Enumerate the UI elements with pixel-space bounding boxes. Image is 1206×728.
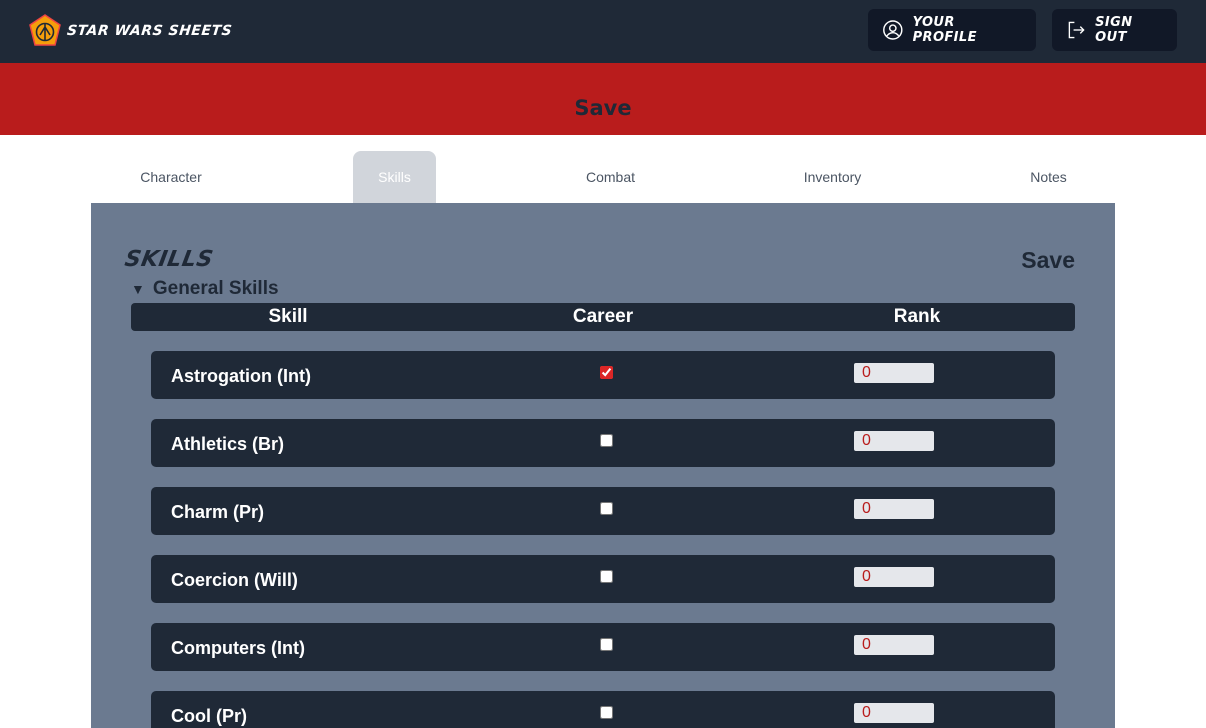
skill-row: Charm (Pr) bbox=[151, 487, 1055, 535]
skill-row: Computers (Int) bbox=[151, 623, 1055, 671]
skill-row: Coercion (Will) bbox=[151, 555, 1055, 603]
career-checkbox[interactable] bbox=[600, 638, 613, 651]
brand-title: Star Wars Sheets bbox=[66, 23, 233, 39]
skill-name: Athletics (Br) bbox=[171, 434, 285, 454]
tab-character[interactable]: Character bbox=[118, 151, 224, 203]
skill-row: Athletics (Br) bbox=[151, 419, 1055, 467]
expand-triangle-icon: ▼ bbox=[131, 281, 145, 297]
sign-out-button[interactable]: Sign Out bbox=[1052, 9, 1177, 51]
career-checkbox[interactable] bbox=[600, 706, 613, 719]
skills-save-button[interactable]: Save bbox=[1021, 247, 1075, 274]
sign-out-icon bbox=[1068, 21, 1085, 39]
user-circle-icon bbox=[883, 20, 903, 40]
skill-name: Computers (Int) bbox=[171, 638, 305, 658]
rank-input[interactable] bbox=[854, 499, 934, 519]
brand[interactable]: Star Wars Sheets bbox=[28, 14, 233, 48]
save-banner-label: Save bbox=[574, 96, 632, 120]
tab-skills[interactable]: Skills bbox=[353, 151, 436, 203]
sheet-tabs: Character Skills Combat Inventory Notes bbox=[0, 151, 1206, 203]
skill-name: Cool (Pr) bbox=[171, 706, 247, 726]
general-skills-toggle[interactable]: ▼ General Skills bbox=[131, 278, 279, 300]
general-skills-label: General Skills bbox=[152, 278, 279, 299]
save-banner-button[interactable]: Save bbox=[0, 63, 1206, 135]
rank-input[interactable] bbox=[854, 635, 934, 655]
sign-out-label: Sign Out bbox=[1095, 15, 1133, 45]
career-checkbox[interactable] bbox=[600, 502, 613, 515]
rebel-alliance-icon bbox=[29, 14, 61, 46]
tab-combat[interactable]: Combat bbox=[566, 151, 655, 203]
rank-input[interactable] bbox=[854, 431, 934, 451]
career-checkbox[interactable] bbox=[600, 366, 613, 379]
tab-inventory[interactable]: Inventory bbox=[785, 151, 880, 203]
skills-section-title: Skills bbox=[122, 247, 216, 272]
career-checkbox[interactable] bbox=[600, 570, 613, 583]
skills-panel: Skills Save ▼ General Skills Skill Caree… bbox=[91, 203, 1115, 728]
rank-input[interactable] bbox=[854, 363, 934, 383]
rank-input[interactable] bbox=[854, 703, 934, 723]
skill-name: Charm (Pr) bbox=[171, 502, 265, 522]
your-profile-label: Your Profile bbox=[912, 15, 977, 45]
top-navbar: Star Wars Sheets Your Profile Sign Out bbox=[0, 0, 1206, 63]
tab-notes[interactable]: Notes bbox=[1014, 151, 1083, 203]
column-header-career: Career bbox=[572, 306, 634, 327]
skills-list: Astrogation (Int) Athletics (Br) Charm (… bbox=[151, 351, 1055, 728]
rank-input[interactable] bbox=[854, 567, 934, 587]
skill-row: Cool (Pr) bbox=[151, 691, 1055, 728]
your-profile-button[interactable]: Your Profile bbox=[868, 9, 1036, 51]
column-header-skill: Skill bbox=[268, 306, 308, 327]
skill-name: Astrogation (Int) bbox=[171, 366, 311, 386]
skills-table-header: Skill Career Rank bbox=[131, 303, 1075, 331]
career-checkbox[interactable] bbox=[600, 434, 613, 447]
skill-row: Astrogation (Int) bbox=[151, 351, 1055, 399]
skill-name: Coercion (Will) bbox=[171, 570, 298, 590]
column-header-rank: Rank bbox=[893, 306, 941, 327]
